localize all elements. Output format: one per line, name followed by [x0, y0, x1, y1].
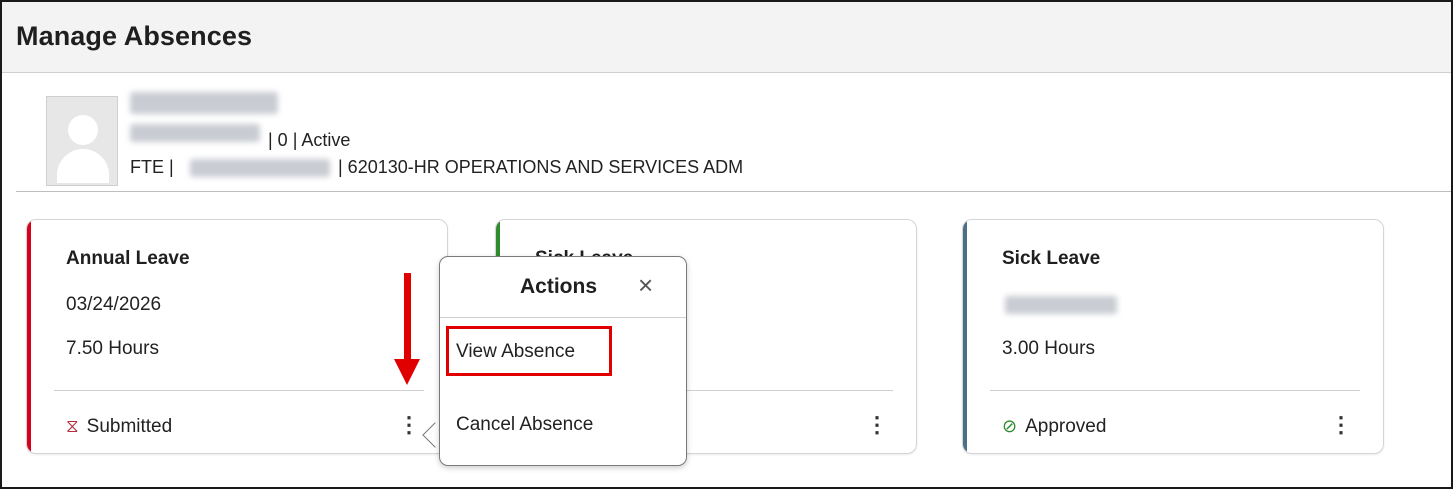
annotation-arrow-shaft [404, 273, 411, 361]
card-hours: 7.50 Hours [66, 338, 159, 359]
page-title: Manage Absences [16, 21, 253, 51]
card-accent [27, 220, 31, 453]
card-divider [54, 390, 424, 391]
absence-card-sick-leave-3[interactable]: Sick Leave 3.00 Hours ⊘ Approved ⋮ [962, 219, 1384, 454]
cancel-absence-menu-item[interactable]: Cancel Absence [456, 414, 593, 436]
avatar [46, 96, 118, 186]
card-status: ⧖ Submitted [66, 416, 172, 438]
avatar-head [68, 115, 98, 145]
employee-status: | 0 | Active [268, 130, 351, 150]
card-divider [990, 390, 1360, 391]
status-label: Approved [1025, 416, 1107, 437]
card-date: 03/24/2026 [66, 294, 162, 315]
card-accent [963, 220, 967, 453]
avatar-body [57, 149, 109, 183]
card-status: ⊘ Approved [1002, 416, 1106, 438]
close-icon[interactable]: × [638, 271, 653, 299]
popover-divider [440, 317, 686, 318]
annotation-arrow-head [394, 359, 420, 385]
redacted-date [1005, 296, 1117, 314]
redacted-job-title [190, 159, 330, 177]
kebab-menu-button[interactable]: ⋮ [398, 413, 420, 437]
card-title: Annual Leave [66, 248, 190, 269]
status-label: Submitted [86, 416, 173, 437]
popover-title: Actions [520, 275, 598, 298]
card-title: Sick Leave [1002, 248, 1101, 269]
employee-fte: FTE | [130, 157, 174, 177]
kebab-menu-button[interactable]: ⋮ [866, 413, 888, 437]
hourglass-icon: ⧖ [66, 416, 79, 436]
card-hours: 3.00 Hours [1002, 338, 1095, 359]
redacted-name [130, 92, 278, 114]
redacted-employee-id [130, 124, 260, 142]
manage-absences-window: Manage Absences | 0 | Active FTE | | 620… [0, 0, 1453, 489]
actions-popover: Actions × View Absence Cancel Absence [439, 256, 687, 466]
kebab-menu-button[interactable]: ⋮ [1330, 413, 1352, 437]
title-bar: Manage Absences [2, 2, 1451, 73]
header-divider [16, 191, 1451, 192]
check-circle-icon: ⊘ [1002, 416, 1018, 436]
view-absence-menu-item[interactable]: View Absence [456, 341, 575, 363]
employee-department: | 620130-HR OPERATIONS AND SERVICES ADM [338, 157, 744, 177]
absence-card-annual-leave[interactable]: Annual Leave 03/24/2026 7.50 Hours ⧖ Subm… [26, 219, 448, 454]
